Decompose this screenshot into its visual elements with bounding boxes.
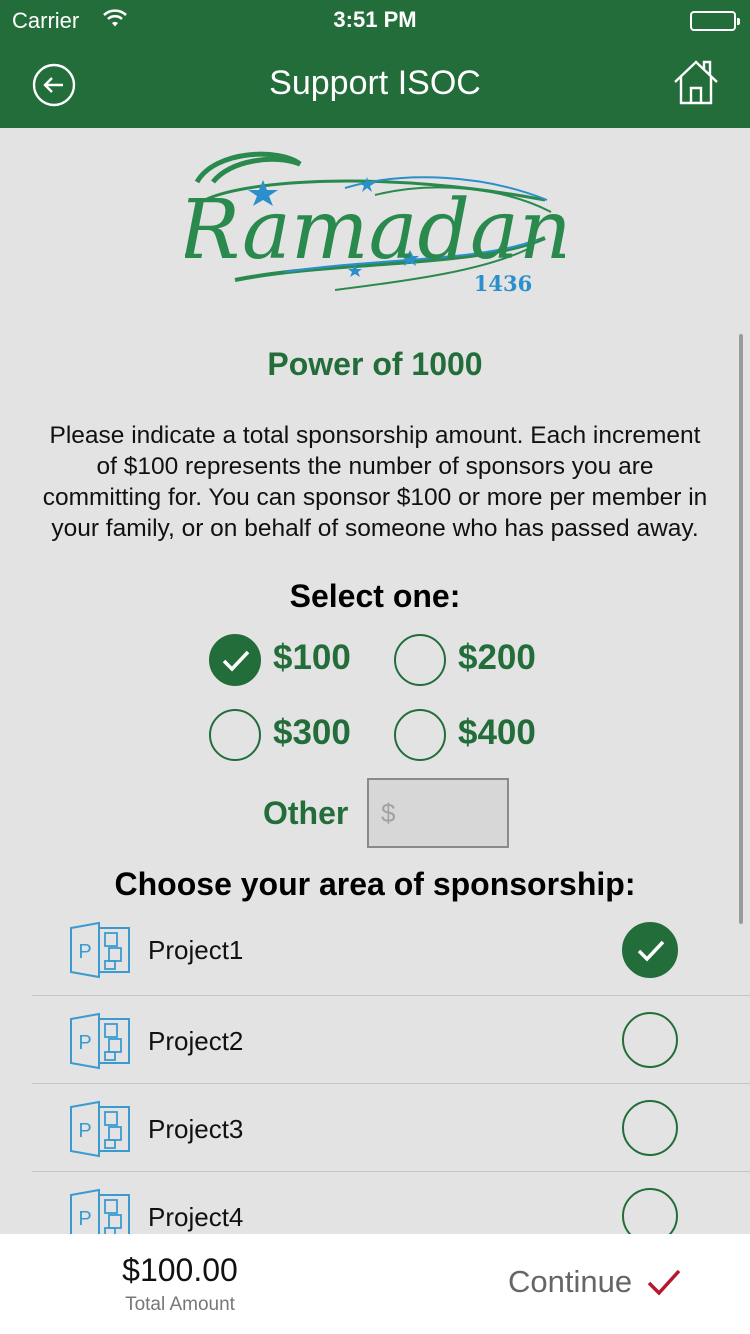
clock: 3:51 PM bbox=[333, 7, 417, 32]
description-line: Please indicate a total sponsorship amou… bbox=[49, 422, 701, 449]
project-radio-unchecked[interactable] bbox=[622, 1012, 678, 1068]
logo-year: 1436 bbox=[474, 271, 532, 296]
nav-bar: Support ISOC bbox=[0, 40, 750, 128]
project-row[interactable]: P Project2 bbox=[0, 996, 750, 1084]
total-amount-value: $100.00 bbox=[122, 1252, 238, 1288]
description-line: your family, or on behalf of someone who… bbox=[51, 515, 699, 542]
project-row[interactable]: P Project1 bbox=[0, 905, 750, 993]
radio-unchecked[interactable] bbox=[394, 709, 446, 761]
project-icon: P bbox=[68, 921, 132, 979]
project-icon: P bbox=[68, 1012, 132, 1070]
continue-button[interactable]: Continue bbox=[508, 1264, 632, 1300]
other-amount-input[interactable] bbox=[367, 778, 509, 848]
project-label: Project2 bbox=[148, 1026, 244, 1056]
amount-option-label: $100 bbox=[273, 638, 351, 677]
total-amount-label: Total Amount bbox=[125, 1294, 235, 1315]
scrollbar[interactable] bbox=[739, 334, 743, 924]
logo-word: Ramadan bbox=[185, 183, 565, 278]
svg-text:P: P bbox=[78, 1032, 91, 1054]
svg-text:P: P bbox=[78, 941, 91, 963]
battery-icon bbox=[690, 11, 740, 31]
project-label: Project3 bbox=[148, 1114, 244, 1144]
project-label: Project4 bbox=[148, 1202, 244, 1232]
footer-bar: $100.00 Total Amount Continue bbox=[0, 1234, 750, 1334]
radio-unchecked[interactable] bbox=[209, 709, 261, 761]
status-bar: Carrier 3:51 PM bbox=[0, 0, 750, 40]
svg-text:P: P bbox=[78, 1208, 91, 1230]
checkmark-icon[interactable] bbox=[646, 1268, 682, 1303]
area-of-sponsorship-label: Choose your area of sponsorship: bbox=[114, 866, 636, 902]
home-icon[interactable] bbox=[672, 58, 720, 106]
project-label: Project1 bbox=[148, 935, 244, 965]
description-text: Please indicate a total sponsorship amou… bbox=[0, 420, 750, 544]
project-radio-checked[interactable] bbox=[622, 922, 678, 978]
description-line: committing for. You can sponsor $100 or … bbox=[42, 484, 708, 511]
project-icon: P bbox=[68, 1100, 132, 1158]
ramadan-logo: Ramadan 1436 bbox=[176, 140, 572, 305]
other-label: Other bbox=[263, 795, 349, 831]
project-radio-unchecked[interactable] bbox=[622, 1100, 678, 1156]
svg-text:P: P bbox=[78, 1120, 91, 1142]
section-title: Power of 1000 bbox=[267, 346, 483, 382]
amount-option-label: $200 bbox=[458, 638, 536, 677]
page-title: Support ISOC bbox=[269, 64, 481, 102]
radio-unchecked[interactable] bbox=[394, 634, 446, 686]
project-row[interactable]: P Project3 bbox=[0, 1084, 750, 1172]
description-line: of $100 represents the number of sponsor… bbox=[96, 453, 654, 480]
radio-checked[interactable] bbox=[209, 634, 261, 686]
amount-option-label: $300 bbox=[273, 713, 351, 752]
select-one-label: Select one: bbox=[289, 578, 461, 614]
amount-option-label: $400 bbox=[458, 713, 536, 752]
